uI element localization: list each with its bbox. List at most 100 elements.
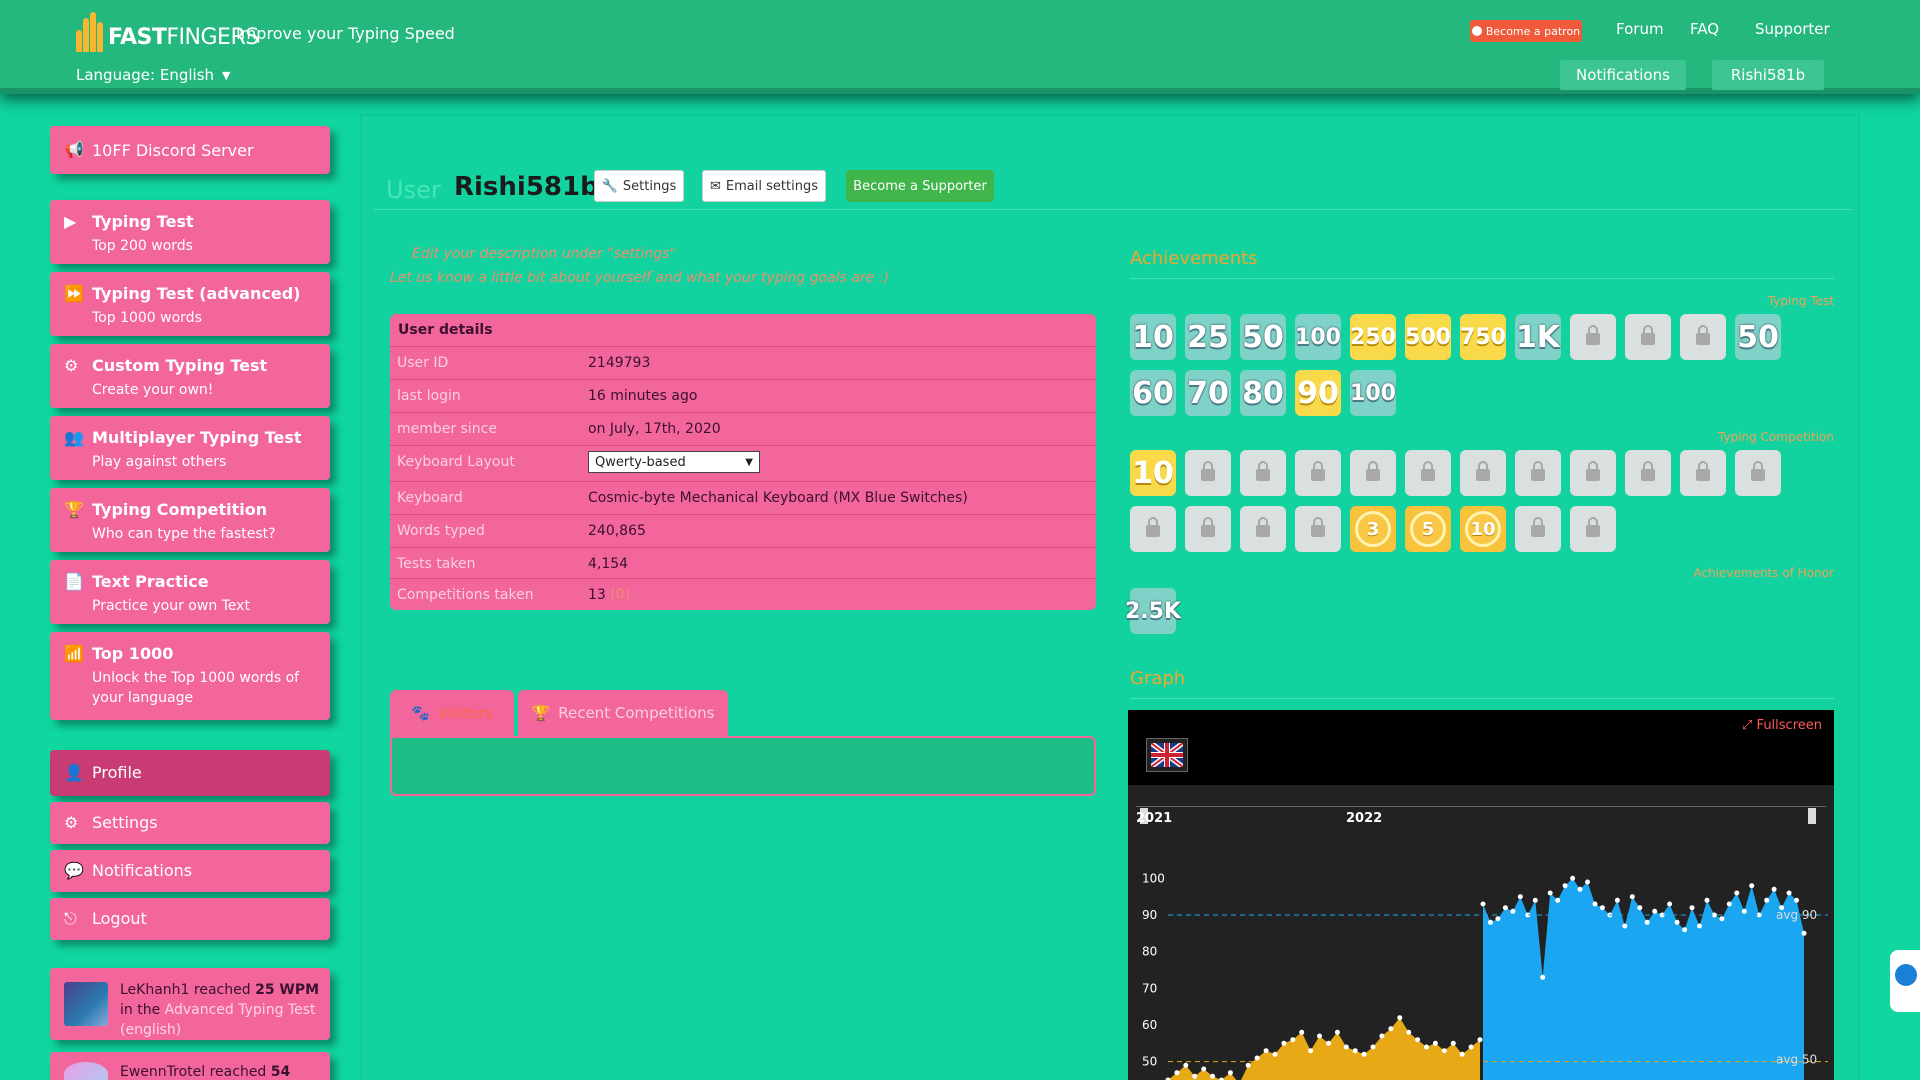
locked-badge xyxy=(1625,314,1671,360)
feed-user-link[interactable]: LeKhanh1 xyxy=(120,982,189,998)
settings-button[interactable]: 🔧 Settings xyxy=(594,170,684,202)
data-point xyxy=(1734,890,1740,896)
typing-test-label: Typing Test xyxy=(1767,294,1834,308)
locked-badge xyxy=(1350,450,1396,496)
feed-user-link[interactable]: EwennTrotel xyxy=(120,1064,205,1080)
lock-icon xyxy=(1256,517,1270,537)
nav-faq-link[interactable]: FAQ xyxy=(1690,20,1719,38)
data-point xyxy=(1629,894,1635,900)
paw-icon: 🐾 xyxy=(411,704,430,722)
data-point xyxy=(1227,1070,1233,1076)
navigator-line xyxy=(1136,806,1826,807)
x-axis-label: 2021 xyxy=(1136,811,1172,826)
megaphone-icon: 📢 xyxy=(64,140,84,159)
series-area-2022 xyxy=(1483,878,1804,1080)
data-point xyxy=(1201,1066,1207,1072)
locked-badge xyxy=(1570,314,1616,360)
sidebar-item-notifications[interactable]: 💬 Notifications xyxy=(50,850,330,892)
lock-icon xyxy=(1366,461,1380,481)
badge-label: 50 xyxy=(1242,319,1284,355)
badge-label: 250 xyxy=(1350,324,1396,350)
trophy-icon: 🏆 xyxy=(531,704,551,722)
sidebar-item-typing-test[interactable]: ▶ Typing Test Top 200 words xyxy=(50,200,330,264)
data-point xyxy=(1644,919,1650,925)
achievements-title: Achievements xyxy=(1130,248,1258,269)
data-point xyxy=(1495,916,1501,922)
y-axis-tick-label: 80 xyxy=(1142,945,1157,959)
data-point xyxy=(1741,908,1747,914)
badge-label: 100 xyxy=(1350,380,1396,406)
become-supporter-button[interactable]: Become a Supporter xyxy=(846,170,994,202)
locked-badge xyxy=(1240,506,1286,552)
teamviewer-widget[interactable] xyxy=(1890,950,1920,1012)
sidebar-item-discord[interactable]: 📢 10FF Discord Server xyxy=(50,126,330,174)
achievement-badge: 25 xyxy=(1185,314,1231,360)
nav-supporter-link[interactable]: Supporter xyxy=(1755,20,1830,38)
data-point xyxy=(1682,927,1688,933)
data-point xyxy=(1334,1029,1340,1035)
data-point xyxy=(1326,1040,1331,1046)
sidebar-item-profile[interactable]: 👤 Profile xyxy=(50,750,330,796)
data-point xyxy=(1480,901,1486,907)
sidebar-item-multiplayer[interactable]: 👥 Multiplayer Typing Test Play against o… xyxy=(50,416,330,480)
table-row: Competitions taken 13 (0) xyxy=(390,578,1096,610)
user-icon: 👤 xyxy=(64,763,84,782)
data-point xyxy=(1719,916,1725,922)
sidebar-item-typing-test-advanced[interactable]: ⏩ Typing Test (advanced) Top 1000 words xyxy=(50,272,330,336)
user-details-table: User details User ID 2149793 last login … xyxy=(390,314,1096,610)
data-point xyxy=(1317,1033,1322,1039)
keyboard-layout-select[interactable]: Qwerty-based ▼ xyxy=(588,451,760,473)
locked-badge xyxy=(1405,450,1451,496)
notifications-button[interactable]: Notifications xyxy=(1560,60,1686,90)
become-patron-button[interactable]: Become a patron xyxy=(1470,20,1582,42)
table-row: last login 16 minutes ago xyxy=(390,379,1096,412)
nav-forum-link[interactable]: Forum xyxy=(1616,20,1664,38)
data-point xyxy=(1577,886,1583,892)
tab-recent-competitions[interactable]: 🏆 Recent Competitions xyxy=(518,690,728,736)
language-selector[interactable]: Language: English ▼ xyxy=(76,66,230,84)
data-point xyxy=(1517,894,1523,900)
site-logo[interactable]: FASTFINGERS xyxy=(76,8,259,52)
data-point xyxy=(1424,1044,1429,1050)
badge-label: 10 xyxy=(1132,319,1174,355)
lock-icon xyxy=(1311,461,1325,481)
achievement-badge: 5 xyxy=(1405,506,1451,552)
feed-text: EwennTrotel reached 54 xyxy=(120,1064,291,1080)
badge-label: 60 xyxy=(1132,375,1174,411)
achievement-badge: 1K xyxy=(1515,314,1561,360)
data-point xyxy=(1352,1048,1358,1054)
tab-visitors[interactable]: 🐾 Visitors xyxy=(390,690,514,736)
locked-badge xyxy=(1295,506,1341,552)
lock-icon xyxy=(1421,461,1435,481)
data-point xyxy=(1726,901,1732,907)
sidebar-item-top-1000[interactable]: 📶 Top 1000 Unlock the Top 1000 words of … xyxy=(50,632,330,720)
lock-icon xyxy=(1696,461,1710,481)
sidebar-item-competition[interactable]: 🏆 Typing Competition Who can type the fa… xyxy=(50,488,330,552)
sidebar-item-logout[interactable]: ⎋ Logout xyxy=(50,898,330,940)
data-point xyxy=(1786,890,1792,896)
y-axis-tick-label: 70 xyxy=(1142,981,1157,995)
avg-label-high: avg 90 xyxy=(1776,908,1817,922)
badge-label: 10 xyxy=(1132,455,1174,491)
achievement-badge: 10 xyxy=(1130,314,1176,360)
sidebar-item-custom-typing-test[interactable]: ⚙ Custom Typing Test Create your own! xyxy=(50,344,330,408)
tab-panel xyxy=(390,736,1096,796)
data-point xyxy=(1281,1040,1287,1046)
graph-title: Graph xyxy=(1130,668,1186,689)
user-menu-button[interactable]: Rishi581b xyxy=(1712,60,1824,90)
sidebar-item-settings[interactable]: ⚙ Settings xyxy=(50,802,330,844)
sidebar-item-text-practice[interactable]: 📄 Text Practice Practice your own Text xyxy=(50,560,330,624)
data-point xyxy=(1379,1033,1385,1039)
data-point xyxy=(1674,919,1680,925)
locked-badge xyxy=(1735,450,1781,496)
data-point xyxy=(1477,1037,1483,1043)
cogs-icon: ⚙ xyxy=(64,356,79,375)
achievement-badge: 750 xyxy=(1460,314,1506,360)
lock-icon xyxy=(1531,461,1545,481)
teamviewer-icon xyxy=(1895,964,1917,986)
badge-label: 70 xyxy=(1187,375,1229,411)
coin-badge-label: 10 xyxy=(1465,511,1501,547)
email-settings-button[interactable]: ✉ Email settings xyxy=(702,170,826,202)
lock-icon xyxy=(1476,461,1490,481)
data-point xyxy=(1652,908,1658,914)
